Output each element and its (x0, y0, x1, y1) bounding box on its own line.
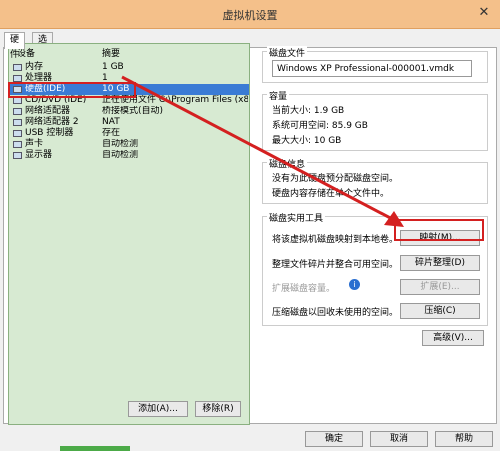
taskbar-strip (60, 446, 130, 451)
speaker-icon (13, 141, 22, 148)
memory-icon (13, 64, 22, 71)
info-icon[interactable]: i (349, 279, 360, 290)
device-name: 网络适配器 2 (25, 117, 79, 127)
device-summary: 1 GB (102, 62, 124, 72)
help-button[interactable]: 帮助 (435, 431, 493, 447)
network-icon (13, 108, 22, 115)
dialog-client: 硬件 选项 设备 摘要 内存 1 GB 处理器 1 硬盘(IDE) 10 GB … (0, 29, 500, 451)
expand-button: 扩展(E)... (400, 279, 480, 295)
device-name: 网络适配器 (25, 106, 71, 116)
device-name: 内存 (25, 62, 44, 72)
compact-button[interactable]: 压缩(C) (400, 303, 480, 319)
tab-hardware[interactable]: 硬件 (4, 32, 26, 60)
expand-description: 扩展磁盘容量。 (272, 284, 336, 294)
device-name: 声卡 (25, 139, 44, 149)
close-icon[interactable]: ✕ (474, 4, 494, 22)
disk-file-title: 磁盘文件 (267, 46, 308, 59)
compact-description: 压缩磁盘以回收未使用的空间。 (272, 308, 399, 318)
advanced-button[interactable]: 高级(V)... (422, 330, 484, 346)
cd-icon (13, 97, 22, 104)
cancel-button[interactable]: 取消 (370, 431, 428, 447)
ok-button[interactable]: 确定 (305, 431, 363, 447)
add-button[interactable]: 添加(A)... (128, 401, 188, 417)
device-row-memory[interactable]: 内存 1 GB (9, 62, 249, 73)
device-list-header: 设备 摘要 (9, 44, 249, 59)
defrag-button[interactable]: 碎片整理(D) (400, 255, 480, 271)
device-name: USB 控制器 (25, 128, 74, 138)
remove-button[interactable]: 移除(R) (195, 401, 241, 417)
title-bar: 虚拟机设置 ✕ (0, 0, 500, 29)
window-title: 虚拟机设置 (222, 9, 278, 22)
column-summary: 摘要 (102, 49, 121, 59)
highlight-box (8, 82, 136, 98)
processor-icon (13, 75, 22, 82)
monitor-icon (13, 152, 22, 159)
red-arrow-icon (121, 75, 404, 227)
network-icon (13, 119, 22, 126)
defrag-description: 整理文件碎片并整合可用空间。 (272, 260, 399, 270)
device-name: 显示器 (25, 150, 53, 160)
usb-icon (13, 130, 22, 137)
